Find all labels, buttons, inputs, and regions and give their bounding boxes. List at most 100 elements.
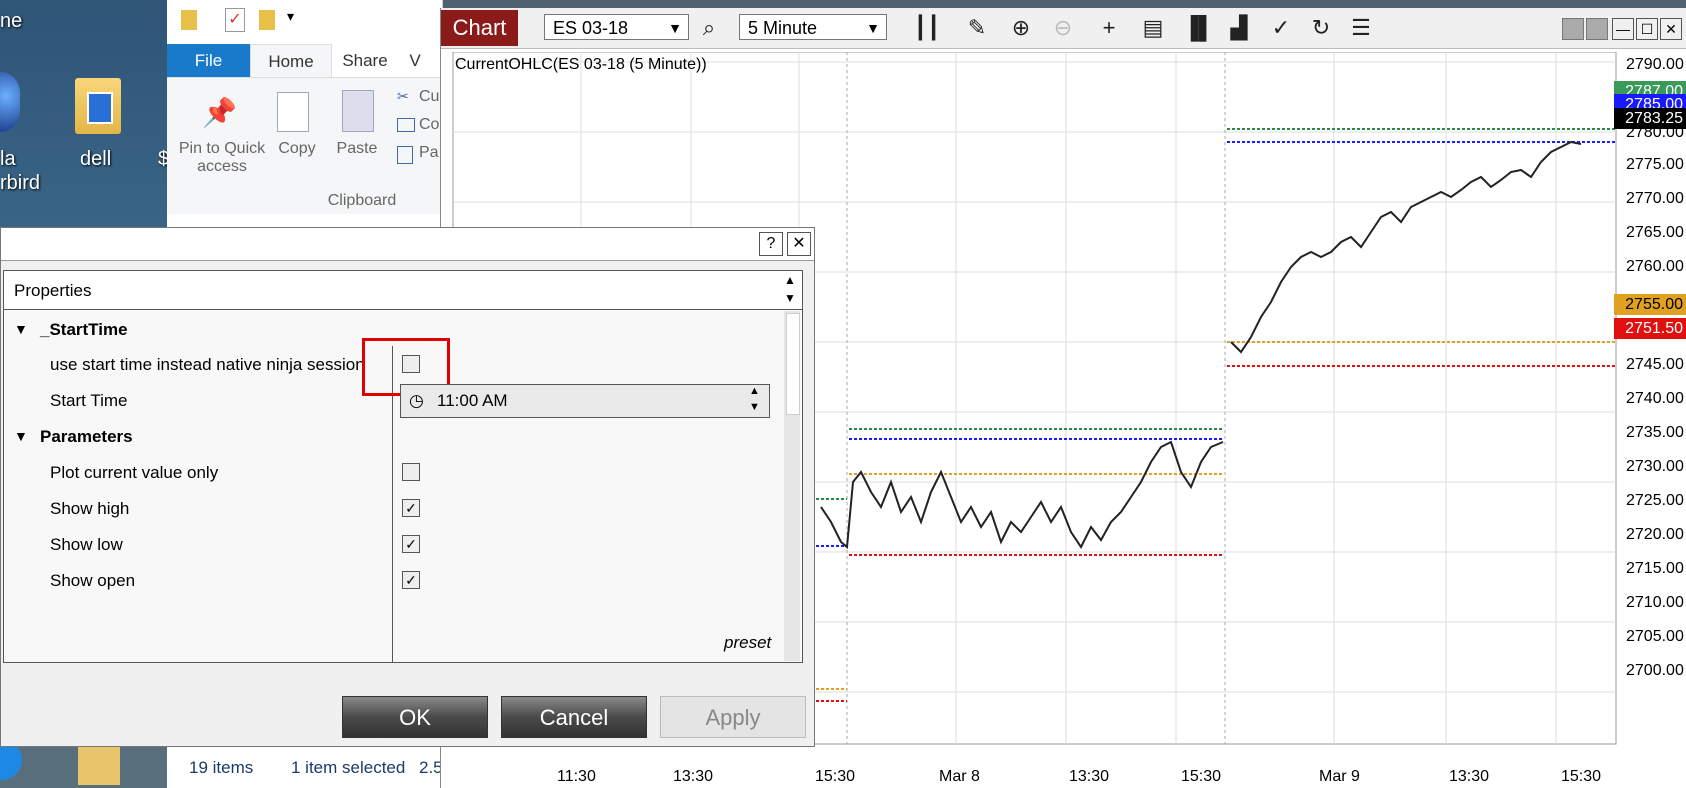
crosshair-icon[interactable]: + — [1095, 14, 1123, 42]
y-tick: 2740.00 — [1626, 390, 1684, 407]
close-button[interactable]: ✕ — [787, 232, 811, 256]
group-parameters[interactable]: ▼ Parameters — [4, 418, 784, 454]
zoom-out-icon[interactable]: ⊖ — [1049, 14, 1077, 42]
preset-link[interactable]: preset — [724, 633, 771, 653]
strategy-icon[interactable]: ✓ — [1267, 14, 1295, 42]
panel-icon[interactable] — [1562, 18, 1584, 40]
x-tick: 13:30 — [1449, 768, 1490, 785]
property-row: Show low ✓ — [4, 526, 784, 562]
cancel-button[interactable]: Cancel — [501, 696, 647, 738]
y-tick: 2705.00 — [1626, 628, 1684, 645]
y-tick: 2790.00 — [1626, 56, 1684, 73]
folder-icon[interactable] — [78, 745, 120, 785]
x-tick: 13:30 — [673, 768, 714, 785]
show-high-checkbox[interactable]: ✓ — [402, 499, 420, 517]
x-tick: 15:30 — [815, 768, 856, 785]
tab-view[interactable]: V — [400, 44, 430, 77]
y-tick: 2710.00 — [1626, 594, 1684, 611]
start-time-picker[interactable]: ◷ 11:00 AM ▲ ▼ — [400, 384, 770, 418]
pencil-icon[interactable]: ✎ — [963, 14, 991, 42]
selection-count: 1 item selected — [291, 758, 406, 777]
property-label: Start Time — [50, 391, 128, 410]
new-folder-icon[interactable] — [259, 10, 275, 30]
indicator-properties-dialog: ? ✕ Properties ▲ ▼ ▼ _StartTime use star… — [0, 227, 815, 747]
panel-icon[interactable] — [1586, 18, 1608, 40]
desktop-icon-label: dell — [80, 148, 112, 170]
y-tick: 2720.00 — [1626, 526, 1684, 543]
scrollbar-thumb[interactable] — [786, 313, 800, 415]
x-tick: Mar 9 — [1319, 768, 1360, 785]
close-icon[interactable]: ✕ — [1660, 18, 1682, 40]
property-row: Start Time ◷ 11:00 AM ▲ ▼ — [4, 382, 784, 418]
y-tick: 2730.00 — [1626, 458, 1684, 475]
y-tick: 2765.00 — [1626, 224, 1684, 241]
paste-shortcut-button[interactable]: Pa — [419, 144, 439, 162]
desktop-label-partial: ne — [0, 10, 23, 32]
order-icon[interactable]: ▐▌ — [1183, 14, 1214, 42]
chart-tab[interactable]: Chart — [441, 10, 518, 46]
bar-type-icon[interactable]: ┃┃ — [913, 14, 941, 42]
scrollbar[interactable] — [784, 311, 800, 661]
property-label: use start time instead native ninja sess… — [50, 355, 365, 374]
folder-icon[interactable] — [75, 78, 121, 134]
apply-button[interactable]: Apply — [660, 696, 806, 738]
thunderbird-icon[interactable] — [0, 72, 20, 132]
x-tick: 13:30 — [1069, 768, 1110, 785]
paste-icon — [342, 90, 374, 132]
properties-header: Properties ▲ ▼ — [4, 271, 802, 310]
ok-button[interactable]: OK — [342, 696, 488, 738]
price-badge-low: 2751.50 — [1614, 318, 1686, 339]
show-open-checkbox[interactable]: ✓ — [402, 571, 420, 589]
y-tick: 2735.00 — [1626, 424, 1684, 441]
expand-icon[interactable]: ▼ — [14, 321, 28, 337]
search-icon[interactable]: ⌕ — [695, 14, 723, 42]
desktop-label-partial: la — [0, 148, 16, 170]
property-row: Show high ✓ — [4, 490, 784, 526]
item-count: 19 items — [189, 758, 254, 777]
chevron-down-icon[interactable]: ▾ — [287, 8, 294, 25]
tab-home[interactable]: Home — [250, 44, 332, 78]
tab-share[interactable]: Share — [330, 44, 400, 77]
tab-file[interactable]: File — [167, 44, 250, 77]
instrument-select[interactable]: ES 03-18 ▼ — [544, 14, 689, 40]
expand-icon[interactable]: ▼ — [14, 428, 28, 444]
properties-icon[interactable]: ✓ — [225, 8, 245, 32]
scroll-up-icon[interactable]: ▲ — [784, 273, 796, 287]
quick-access-toolbar: ✓ ▾ — [167, 0, 442, 42]
data-box-icon[interactable]: ▤ — [1139, 14, 1167, 42]
property-row: Plot current value only — [4, 454, 784, 490]
chevron-down-icon: ▼ — [866, 20, 880, 36]
folder-icon[interactable] — [181, 10, 197, 30]
property-row: use start time instead native ninja sess… — [4, 338, 784, 396]
y-tick: 2770.00 — [1626, 190, 1684, 207]
help-button[interactable]: ? — [759, 232, 783, 256]
cut-button[interactable]: Cu — [419, 88, 439, 106]
properties-title: Properties — [14, 281, 92, 300]
increment-icon[interactable]: ▲ — [749, 385, 760, 397]
y-tick: 2775.00 — [1626, 156, 1684, 173]
paste-button[interactable]: Paste — [332, 140, 382, 158]
y-tick: 2715.00 — [1626, 560, 1684, 577]
interval-select[interactable]: 5 Minute ▼ — [739, 14, 887, 40]
y-tick: 2745.00 — [1626, 356, 1684, 373]
copy-path-button[interactable]: Co — [419, 116, 439, 134]
plot-current-value-checkbox[interactable] — [402, 463, 420, 481]
show-low-checkbox[interactable]: ✓ — [402, 535, 420, 553]
chevron-down-icon: ▼ — [668, 20, 682, 36]
minimize-icon[interactable]: — — [1612, 18, 1634, 40]
reload-icon[interactable]: ↻ — [1307, 14, 1335, 42]
properties-grid: Properties ▲ ▼ ▼ _StartTime use start ti… — [3, 270, 803, 663]
decrement-icon[interactable]: ▼ — [749, 401, 760, 413]
desktop-label-partial: rbird — [0, 172, 41, 194]
clock-icon: ◷ — [409, 391, 424, 410]
zoom-in-icon[interactable]: ⊕ — [1007, 14, 1035, 42]
maximize-icon[interactable]: ☐ — [1636, 18, 1658, 40]
clipboard-group-label: Clipboard — [327, 192, 397, 209]
copy-button[interactable]: Copy — [272, 140, 322, 158]
hotlist-icon[interactable]: ▟ — [1225, 14, 1253, 42]
property-label: Show high — [50, 499, 130, 518]
ribbon-home: 📌 Pin to Quick access Copy Paste ✂ Cu Co… — [167, 77, 442, 214]
properties-list-icon[interactable]: ☰ — [1347, 14, 1375, 42]
scroll-down-icon[interactable]: ▼ — [784, 291, 796, 305]
pin-to-quick-access-label[interactable]: Pin to Quick access — [172, 140, 272, 176]
